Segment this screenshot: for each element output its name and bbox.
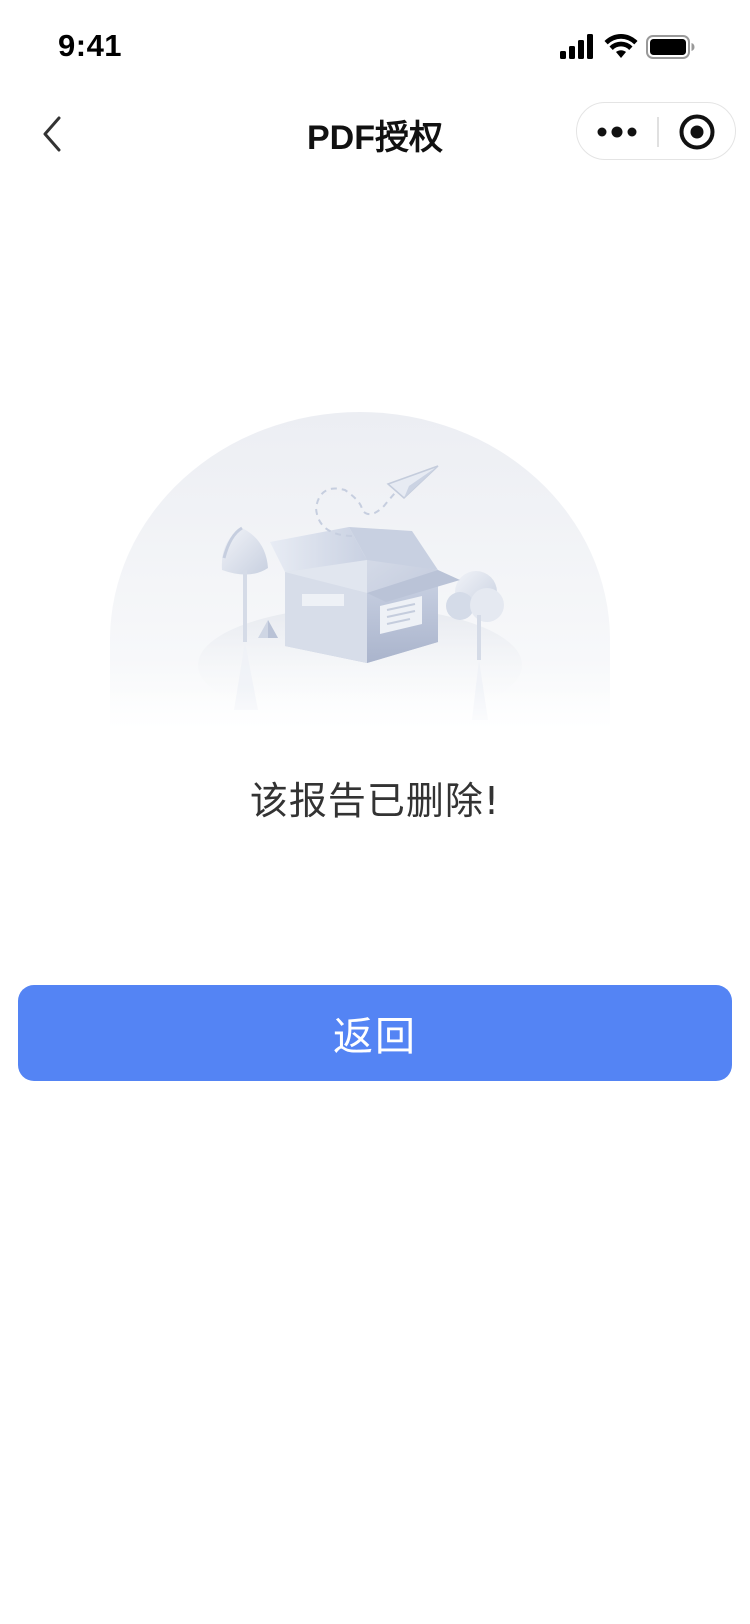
status-time: 9:41 <box>58 28 123 63</box>
return-button[interactable]: 返回 <box>18 985 732 1081</box>
signal-icon <box>560 34 593 59</box>
more-button[interactable] <box>577 103 657 161</box>
battery-icon <box>646 35 695 59</box>
empty-state-message: 该报告已删除! <box>249 779 501 823</box>
target-close-icon <box>679 114 715 150</box>
empty-box-illustration <box>110 410 620 740</box>
status-bar: 9:41 <box>0 0 750 96</box>
more-dots-icon <box>597 126 637 138</box>
status-icons <box>560 34 720 64</box>
nav-bar: PDF授权 <box>0 96 750 172</box>
mini-program-capsule <box>576 102 736 160</box>
close-miniprogram-button[interactable] <box>658 103 736 161</box>
wifi-icon <box>604 34 638 58</box>
